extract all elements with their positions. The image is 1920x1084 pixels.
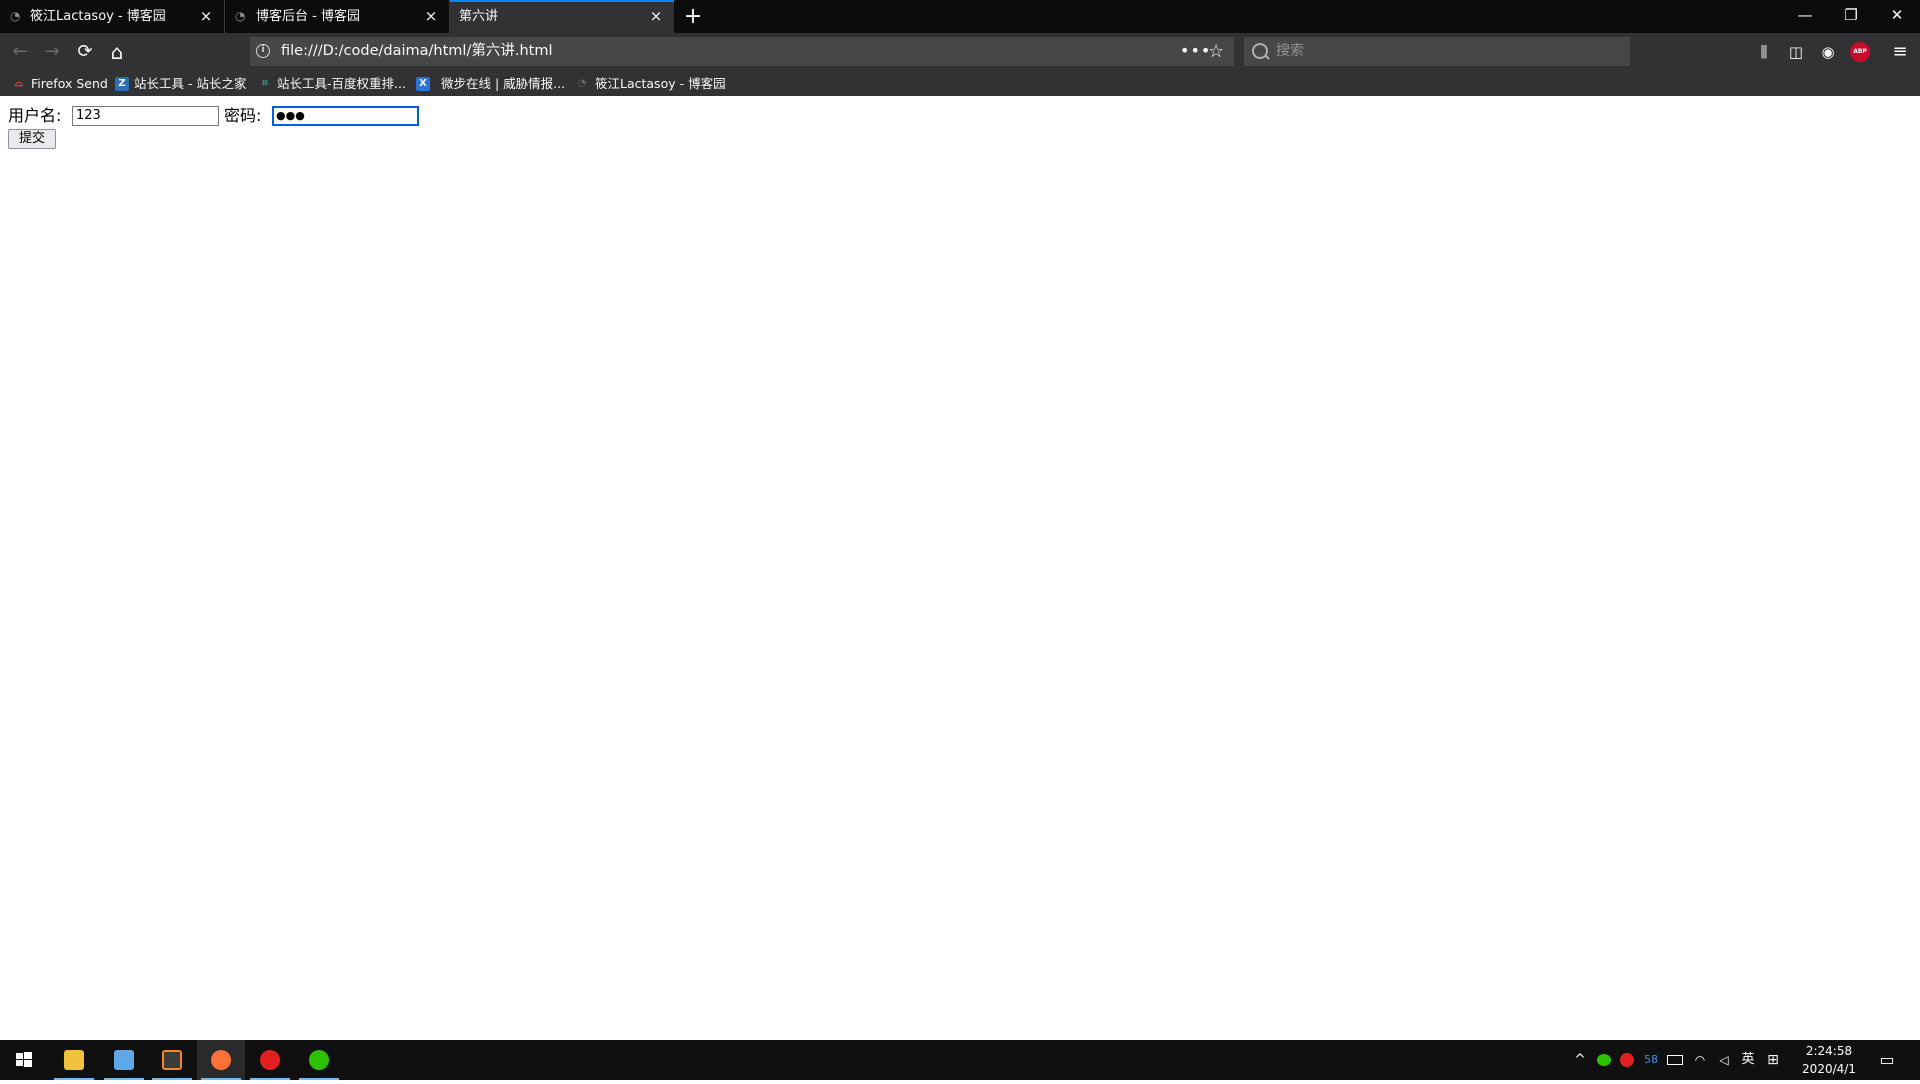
url-text[interactable]: file:///D:/code/daima/html/第六讲.html: [281, 37, 552, 66]
bookmark-label: 微步在线 | 威胁情报...: [441, 76, 566, 91]
close-tab-icon[interactable]: ×: [648, 0, 664, 33]
password-input[interactable]: ●●●: [272, 106, 419, 126]
reload-button[interactable]: ⟳: [71, 38, 99, 66]
show-hidden-icons-chevron[interactable]: ^: [1570, 1040, 1590, 1080]
ime-mode-icon[interactable]: ⊞: [1762, 1040, 1784, 1080]
taskbar-app[interactable]: [100, 1040, 148, 1080]
tab-lesson-six[interactable]: 第六讲 ×: [450, 0, 674, 33]
bookmark-label: Firefox Send: [31, 76, 108, 91]
search-icon: [1252, 43, 1268, 59]
clock-time: 2:24:58: [1805, 1044, 1853, 1058]
taskbar-firefox[interactable]: [197, 1040, 245, 1080]
battery-icon[interactable]: [1664, 1040, 1686, 1080]
app-icon: [114, 1050, 134, 1070]
bookmark-label: 站长工具-百度权重排...: [277, 76, 406, 91]
username-input[interactable]: 123: [72, 106, 219, 126]
adblock-plus-icon[interactable]: ABP: [1850, 42, 1870, 62]
battery-shape: [1667, 1054, 1683, 1065]
chinaz-icon: Z: [115, 77, 129, 91]
aizhan-icon: ⌗: [262, 78, 268, 89]
file-explorer-icon: [64, 1050, 84, 1070]
home-button[interactable]: ⌂: [103, 38, 131, 66]
windows-logo-icon: [16, 1052, 32, 1067]
password-label: 密码:: [224, 106, 262, 125]
action-center-icon[interactable]: ▭: [1875, 1040, 1899, 1080]
library-icon[interactable]: ⫼: [1754, 42, 1774, 62]
bookmark-star-icon[interactable]: ☆: [1208, 37, 1224, 66]
taskbar-netease-music[interactable]: [246, 1040, 294, 1080]
tab-blog-home[interactable]: ◔ 筱江Lactasoy - 博客园 ×: [0, 0, 225, 33]
submit-button[interactable]: 提交: [8, 129, 56, 149]
browser-chrome: ◔ 筱江Lactasoy - 博客园 × ◔ 博客后台 - 博客园 × 第六讲 …: [0, 0, 1920, 96]
sublime-text-icon: [162, 1050, 182, 1070]
back-button[interactable]: ←: [6, 38, 34, 66]
cnblogs-icon: ◔: [577, 78, 587, 89]
volume-icon[interactable]: ◁: [1713, 1040, 1735, 1080]
tab-blog-admin[interactable]: ◔ 博客后台 - 博客园 ×: [225, 0, 450, 33]
minimize-button[interactable]: —: [1782, 0, 1828, 33]
sidebar-icon[interactable]: ◫: [1786, 42, 1806, 62]
tray-badge-number[interactable]: 58: [1640, 1040, 1662, 1080]
bookmarks-toolbar: ⌓ Firefox Send Z 站长工具 - 站长之家 ⌗ 站长工具-百度权重…: [0, 71, 1920, 96]
threatbook-icon: X: [416, 77, 430, 91]
page-content: 用户名: 123 密码: ●●● 提交: [0, 96, 1920, 1040]
wechat-icon: [1597, 1053, 1611, 1066]
page-actions-icon[interactable]: •••: [1180, 37, 1211, 64]
netease-music-icon: [1620, 1052, 1634, 1067]
restore-button[interactable]: ❐: [1828, 0, 1874, 33]
navigation-toolbar: ← → ⟳ ⌂ i file:///D:/code/daima/html/第六讲…: [0, 33, 1920, 71]
new-tab-button[interactable]: +: [681, 3, 705, 30]
window-close-button[interactable]: ✕: [1874, 0, 1920, 33]
address-bar[interactable]: i file:///D:/code/daima/html/第六讲.html ••…: [250, 37, 1234, 66]
system-clock[interactable]: 2:24:58 2020/4/1: [1790, 1042, 1868, 1078]
taskbar-wechat[interactable]: [295, 1040, 343, 1080]
taskbar-file-explorer[interactable]: [50, 1040, 98, 1080]
cnblogs-icon: ◔: [10, 9, 21, 23]
tab-title: 博客后台 - 博客园: [256, 9, 360, 24]
close-tab-icon[interactable]: ×: [198, 0, 214, 33]
menu-icon[interactable]: ≡: [1890, 42, 1910, 62]
tray-wechat-icon[interactable]: [1594, 1040, 1614, 1080]
bookmark-label: 筱江Lactasoy - 博客园: [595, 76, 726, 91]
tab-title: 筱江Lactasoy - 博客园: [30, 9, 166, 24]
windows-taskbar: ^ 58 ◠ ◁ 英 ⊞ 2:24:58 2020/4/1 ▭: [0, 1040, 1920, 1080]
tab-title: 第六讲: [459, 9, 499, 24]
cnblogs-icon: ◔: [235, 9, 246, 23]
firefox-send-icon: ⌓: [15, 78, 23, 89]
bookmark-label: 站长工具 - 站长之家: [134, 76, 247, 91]
firefox-icon: [211, 1050, 231, 1070]
search-bar[interactable]: 搜索: [1244, 37, 1630, 66]
ime-language-indicator[interactable]: 英: [1737, 1040, 1759, 1080]
username-label: 用户名:: [8, 106, 62, 125]
close-tab-icon[interactable]: ×: [423, 0, 439, 33]
netease-music-icon: [260, 1050, 280, 1070]
clock-date: 2020/4/1: [1802, 1062, 1856, 1076]
taskbar-sublime-text[interactable]: [148, 1040, 196, 1080]
tab-strip: ◔ 筱江Lactasoy - 博客园 × ◔ 博客后台 - 博客园 × 第六讲 …: [0, 0, 1920, 33]
wechat-icon: [309, 1050, 329, 1070]
windows-start-icon[interactable]: [0, 1040, 48, 1080]
network-icon[interactable]: ◠: [1689, 1040, 1711, 1080]
forward-button[interactable]: →: [38, 38, 66, 66]
tray-netease-icon[interactable]: [1617, 1040, 1637, 1080]
site-info-icon[interactable]: i: [256, 44, 270, 58]
account-icon[interactable]: ◉: [1818, 42, 1838, 62]
search-placeholder: 搜索: [1276, 43, 1304, 59]
